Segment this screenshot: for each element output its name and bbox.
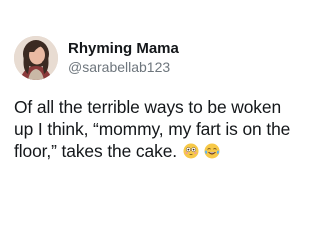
tweet-card: Rhyming Mama @sarabellab123 Of all the t…: [0, 0, 300, 250]
tears-of-joy-emoji-icon: [204, 142, 220, 159]
tweet-text: Of all the terrible ways to be woken up …: [14, 97, 291, 161]
tweet-author: Rhyming Mama @sarabellab123: [68, 40, 179, 76]
flushed-face-emoji-icon: [183, 142, 199, 159]
tweet-text-block: Of all the terrible ways to be woken up …: [14, 96, 296, 162]
tweet-header: Rhyming Mama @sarabellab123: [14, 36, 179, 80]
avatar-image: [14, 36, 58, 80]
avatar[interactable]: [14, 36, 58, 80]
display-name[interactable]: Rhyming Mama: [68, 40, 179, 58]
user-handle[interactable]: @sarabellab123: [68, 58, 179, 76]
